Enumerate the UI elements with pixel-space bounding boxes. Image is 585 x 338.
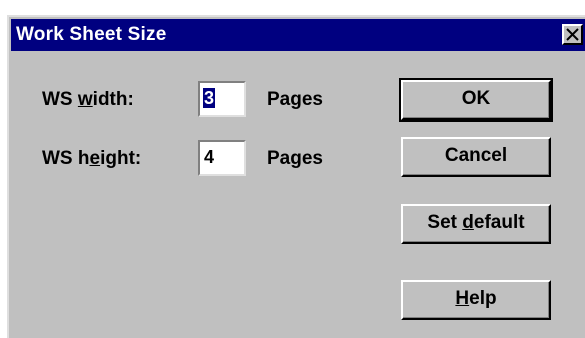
close-button[interactable] <box>562 24 583 45</box>
ws-height-label: WS height: <box>42 148 142 169</box>
ws-width-value: 3 <box>203 88 216 108</box>
ws-width-label: WS width: <box>42 89 134 110</box>
set-default-button[interactable]: Set default <box>401 204 551 244</box>
dialog-title: Work Sheet Size <box>16 24 167 45</box>
help-button[interactable]: Help <box>401 280 551 320</box>
work-sheet-size-dialog: Work Sheet Size WS width: 3 Pages WS hei… <box>7 15 585 338</box>
ok-button[interactable]: OK <box>399 78 553 122</box>
ws-height-value: 4 <box>204 147 215 167</box>
ws-width-unit: Pages <box>267 89 323 110</box>
ws-height-input[interactable]: 4 <box>198 140 246 176</box>
close-icon <box>566 28 579 41</box>
cancel-button[interactable]: Cancel <box>401 137 551 177</box>
ws-width-input[interactable]: 3 <box>198 81 246 117</box>
title-bar: Work Sheet Size <box>11 19 585 51</box>
ws-height-unit: Pages <box>267 148 323 169</box>
